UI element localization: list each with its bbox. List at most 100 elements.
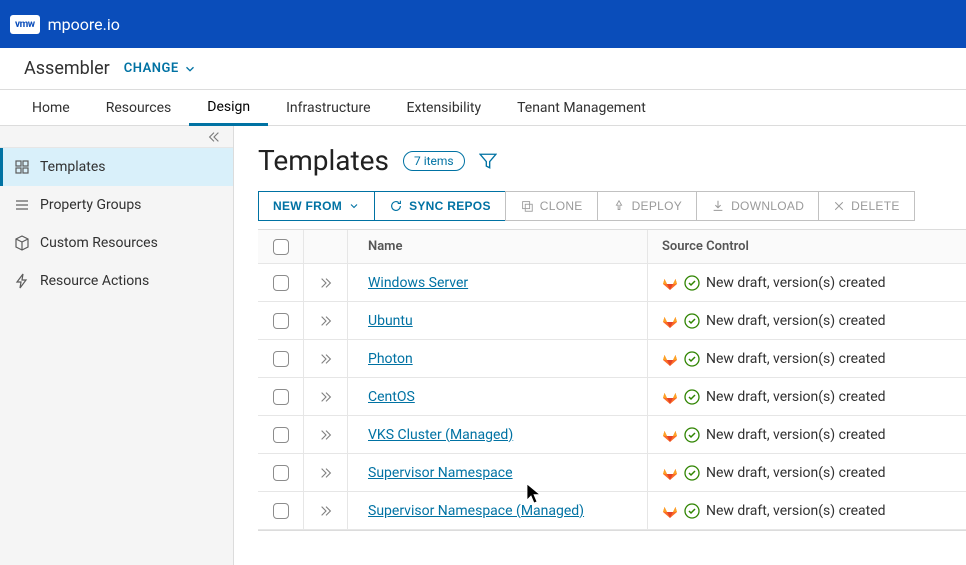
gitlab-icon [662,503,678,519]
column-source[interactable]: Source Control [648,239,966,254]
table-row: CentOS New draft, version(s) created [258,378,966,416]
main-tabs: HomeResourcesDesignInfrastructureExtensi… [0,90,966,126]
check-circle-icon [684,351,700,367]
source-status: New draft, version(s) created [706,351,886,367]
expand-row[interactable] [304,340,348,377]
check-circle-icon [684,503,700,519]
new-from-button[interactable]: NEW FROM [258,191,375,221]
source-status: New draft, version(s) created [706,465,886,481]
check-circle-icon [684,427,700,443]
gitlab-icon [662,351,678,367]
expand-row[interactable] [304,264,348,301]
delete-button[interactable]: DELETE [818,191,914,221]
chevron-double-right-icon [319,352,333,366]
row-checkbox[interactable] [273,503,289,519]
row-checkbox[interactable] [273,313,289,329]
toolbar: NEW FROM SYNC REPOS CLONE DEPLOY DOWNLOA… [258,191,966,221]
download-button[interactable]: DOWNLOAD [696,191,819,221]
sync-repos-button[interactable]: SYNC REPOS [374,191,506,221]
row-checkbox[interactable] [273,427,289,443]
source-status: New draft, version(s) created [706,389,886,405]
tab-home[interactable]: Home [14,90,88,126]
table-header-row: Name Source Control [258,230,966,264]
select-all-checkbox[interactable] [273,239,289,255]
product-subheader: Assembler CHANGE [0,48,966,90]
source-status: New draft, version(s) created [706,427,886,443]
template-name-link[interactable]: CentOS [368,389,415,405]
chevron-double-right-icon [319,428,333,442]
chevron-double-right-icon [319,314,333,328]
template-name-link[interactable]: Supervisor Namespace [368,465,513,481]
column-name[interactable]: Name [348,230,648,263]
sidebar-collapse[interactable] [0,126,233,148]
expand-row[interactable] [304,378,348,415]
download-icon [711,199,725,213]
clone-label: CLONE [540,199,583,213]
template-name-link[interactable]: VKS Cluster (Managed) [368,427,513,443]
gitlab-icon [662,275,678,291]
template-name-link[interactable]: Supervisor Namespace (Managed) [368,503,584,519]
source-status: New draft, version(s) created [706,503,886,519]
expand-row[interactable] [304,416,348,453]
change-label: CHANGE [124,61,179,76]
clone-button[interactable]: CLONE [505,191,598,221]
table-row: Supervisor Namespace New draft, version(s… [258,454,966,492]
list-icon [14,197,30,213]
chevron-double-right-icon [319,390,333,404]
sidebar-item-property-groups[interactable]: Property Groups [0,186,233,224]
filter-icon[interactable] [479,152,497,170]
table-row: VKS Cluster (Managed) New draft, version(… [258,416,966,454]
sidebar-item-label: Custom Resources [40,235,158,251]
gitlab-icon [662,427,678,443]
sidebar-item-label: Templates [40,159,106,175]
clone-icon [520,199,534,213]
sidebar-item-resource-actions[interactable]: Resource Actions [0,262,233,300]
change-context-link[interactable]: CHANGE [124,61,197,76]
delete-label: DELETE [851,199,899,213]
deploy-label: DEPLOY [632,199,683,213]
close-icon [833,200,845,212]
source-status: New draft, version(s) created [706,275,886,291]
download-label: DOWNLOAD [731,199,804,213]
sync-label: SYNC REPOS [409,199,491,213]
table-row: Photon New draft, version(s) created [258,340,966,378]
tab-design[interactable]: Design [189,90,268,126]
new-from-label: NEW FROM [273,199,342,213]
template-name-link[interactable]: Ubuntu [368,313,413,329]
chevron-double-right-icon [319,466,333,480]
expand-row[interactable] [304,454,348,491]
check-circle-icon [684,389,700,405]
gitlab-icon [662,313,678,329]
global-header: vmw mpoore.io [0,0,966,48]
table-row: Supervisor Namespace (Managed) New draft,… [258,492,966,530]
tab-tenant-management[interactable]: Tenant Management [499,90,664,126]
template-name-link[interactable]: Photon [368,351,413,367]
check-circle-icon [684,465,700,481]
chevron-down-icon [348,200,360,212]
vmw-logo: vmw [10,15,40,34]
check-circle-icon [684,275,700,291]
tab-infrastructure[interactable]: Infrastructure [268,90,388,126]
check-circle-icon [684,313,700,329]
row-checkbox[interactable] [273,275,289,291]
tab-extensibility[interactable]: Extensibility [389,90,500,126]
expand-row[interactable] [304,302,348,339]
chevron-double-right-icon [319,276,333,290]
row-checkbox[interactable] [273,389,289,405]
table-row: Windows Server New draft, version(s) crea… [258,264,966,302]
sidebar-item-templates[interactable]: Templates [0,148,233,186]
tab-resources[interactable]: Resources [88,90,190,126]
chevron-double-right-icon [319,504,333,518]
expand-row[interactable] [304,492,348,529]
content-area: Templates 7 items NEW FROM SYNC REPOS CL… [234,126,966,565]
product-title: Assembler [24,58,110,79]
sidebar-item-custom-resources[interactable]: Custom Resources [0,224,233,262]
row-checkbox[interactable] [273,465,289,481]
deploy-button[interactable]: DEPLOY [597,191,698,221]
row-checkbox[interactable] [273,351,289,367]
gitlab-icon [662,389,678,405]
template-name-link[interactable]: Windows Server [368,275,468,291]
source-status: New draft, version(s) created [706,313,886,329]
sync-icon [389,199,403,213]
chevron-down-icon [183,62,197,76]
